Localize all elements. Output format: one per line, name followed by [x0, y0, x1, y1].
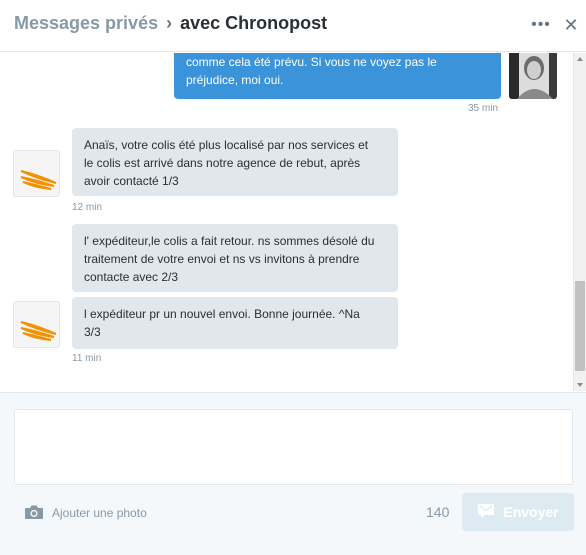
- more-icon[interactable]: •••: [530, 14, 552, 36]
- add-photo-label: Ajouter une photo: [52, 506, 147, 520]
- conversation-title: avec Chronopost: [180, 13, 328, 33]
- message-thread: comme cela été prévu. Si vous ne voyez p…: [0, 53, 573, 391]
- message-time: 11 min: [72, 353, 102, 364]
- scroll-up-icon[interactable]: [577, 57, 583, 61]
- message-received: l expéditeur pr un nouvel envoi. Bonne j…: [72, 297, 398, 349]
- message-input[interactable]: [14, 409, 573, 485]
- message-line: traitement de votre envoi et ns vs invit…: [84, 252, 360, 266]
- message-line: Anaïs, votre colis été plus localisé par…: [84, 138, 369, 152]
- page-title: Messages privés › avec Chronopost: [14, 13, 327, 34]
- message-line: comme cela été prévu. Si vous ne voyez p…: [186, 55, 437, 69]
- message-line: 3/3: [84, 325, 101, 339]
- message-line: contacte avec 2/3: [84, 270, 179, 284]
- message-time: 35 min: [468, 103, 499, 114]
- breadcrumb-separator: ›: [166, 13, 173, 33]
- scrollbar-thumb[interactable]: [575, 281, 585, 371]
- dm-header: Messages privés › avec Chronopost ••• ✕: [0, 0, 586, 52]
- message-line: préjudice, moi oui.: [186, 73, 284, 87]
- message-received: Anaïs, votre colis été plus localisé par…: [72, 128, 398, 196]
- message-received: l' expéditeur,le colis a fait retour. ns…: [72, 224, 398, 292]
- chronopost-avatar[interactable]: [13, 150, 60, 197]
- user-avatar[interactable]: [509, 53, 557, 99]
- close-icon[interactable]: ✕: [560, 14, 582, 36]
- composer-area: Ajouter une photo 140 Envoyer: [0, 392, 586, 555]
- chronopost-avatar[interactable]: [13, 301, 60, 348]
- message-sent: comme cela été prévu. Si vous ne voyez p…: [174, 53, 501, 99]
- scroll-down-icon[interactable]: [577, 383, 583, 387]
- message-line: le colis est arrivé dans notre agence de…: [84, 156, 361, 170]
- thread-scrollbar[interactable]: [573, 53, 586, 391]
- send-label: Envoyer: [503, 504, 559, 520]
- breadcrumb-messages[interactable]: Messages privés: [14, 13, 158, 33]
- message-line: avoir contacté 1/3: [84, 174, 179, 188]
- send-button[interactable]: Envoyer: [462, 493, 574, 531]
- character-counter: 140: [426, 504, 450, 520]
- message-line: l' expéditeur,le colis a fait retour. ns…: [84, 234, 375, 248]
- add-photo-button[interactable]: Ajouter une photo: [24, 504, 147, 522]
- message-line: l expéditeur pr un nouvel envoi. Bonne j…: [84, 307, 360, 321]
- message-time: 12 min: [72, 202, 103, 213]
- camera-icon: [24, 504, 44, 523]
- send-icon: [477, 503, 495, 522]
